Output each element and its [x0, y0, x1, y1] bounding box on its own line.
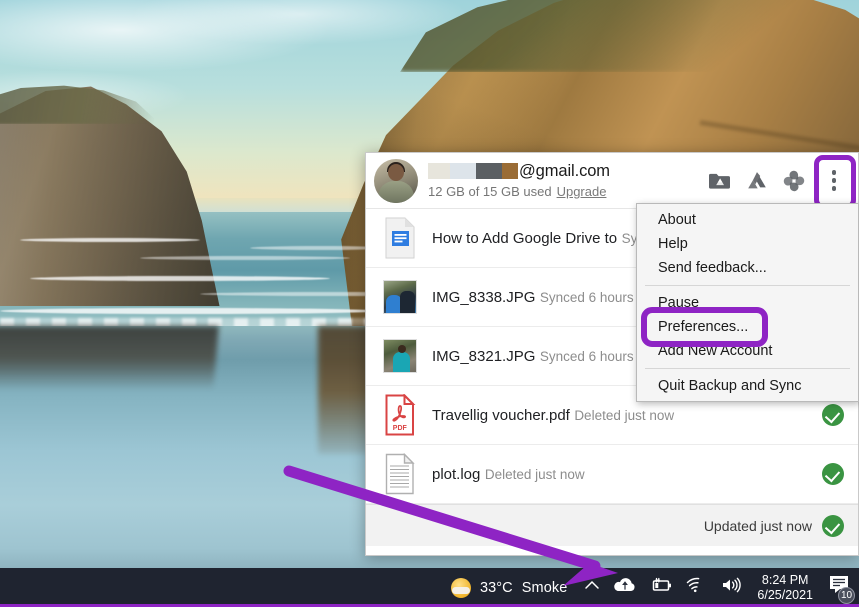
redaction-block	[476, 163, 502, 179]
weather-widget[interactable]: 33°C Smoke	[450, 577, 568, 598]
redaction-block	[502, 163, 518, 179]
notification-center-icon[interactable]: 10	[827, 574, 855, 604]
upgrade-link[interactable]: Upgrade	[557, 183, 607, 201]
status-badge	[822, 514, 844, 537]
storage-row: 12 GB of 15 GB used Upgrade	[428, 183, 707, 201]
avatar[interactable]	[374, 158, 418, 203]
wave	[20, 238, 200, 242]
notification-count-badge: 10	[838, 586, 855, 604]
photo-thumbnail	[380, 334, 420, 378]
pdf-file-icon: PDF	[380, 393, 420, 437]
windows-taskbar: 33°C Smoke 8:24 PM 6/25/2021 10	[0, 568, 859, 607]
sun-cloud-icon	[450, 577, 471, 598]
email-domain: @gmail.com	[519, 162, 610, 180]
clock-time: 8:24 PM	[761, 572, 809, 587]
file-name: How to Add Google Drive to	[432, 229, 618, 247]
header-icon-group	[707, 154, 856, 209]
weather-condition: Smoke	[521, 579, 568, 596]
wave	[0, 308, 380, 314]
file-info: plot.log Deleted just now	[432, 465, 822, 484]
menu-item-about[interactable]: About	[637, 208, 858, 232]
left-rock-reflection	[0, 326, 219, 390]
redaction-block	[450, 163, 476, 179]
panel-footer: Updated just now	[366, 504, 858, 546]
file-name: IMG_8321.JPG	[432, 347, 536, 365]
google-drive-icon[interactable]	[744, 168, 770, 194]
menu-item-send-feedback[interactable]: Send feedback...	[637, 256, 858, 280]
storage-usage-text: 12 GB of 15 GB used	[428, 184, 552, 199]
panel-header: @gmail.com 12 GB of 15 GB used Upgrade	[366, 153, 858, 209]
google-docs-icon	[380, 216, 420, 260]
file-status: Deleted just now	[484, 466, 585, 482]
svg-text:PDF: PDF	[393, 425, 408, 432]
redaction-block	[428, 163, 450, 179]
account-email-row: @gmail.com	[428, 160, 707, 182]
menu-item-preferences-wrapper: Preferences...	[637, 307, 858, 347]
clock[interactable]: 8:24 PM 6/25/2021	[757, 573, 813, 603]
file-name: IMG_8338.JPG	[432, 288, 536, 306]
file-name: Travellig voucher.pdf	[432, 406, 570, 424]
context-menu: About Help Send feedback... Pause Prefer…	[636, 203, 859, 402]
clock-date: 6/25/2021	[757, 587, 813, 602]
battery-charging-icon[interactable]	[649, 576, 673, 599]
menu-item-help[interactable]: Help	[637, 232, 858, 256]
menu-item-pause[interactable]: Pause	[637, 291, 858, 315]
google-photos-icon[interactable]	[781, 168, 807, 194]
status-badge	[822, 404, 844, 426]
folder-drive-icon[interactable]	[707, 168, 733, 194]
menu-separator	[645, 368, 850, 369]
account-info: @gmail.com 12 GB of 15 GB used Upgrade	[426, 160, 707, 201]
photo-thumbnail	[380, 275, 420, 319]
backup-and-sync-cloud-icon[interactable]	[613, 575, 637, 600]
system-tray	[583, 575, 743, 600]
menu-item-quit-backup-and-sync[interactable]: Quit Backup and Sync	[637, 374, 858, 398]
text-file-icon	[380, 452, 420, 496]
menu-item-preferences[interactable]: Preferences...	[637, 315, 858, 339]
menu-separator	[645, 285, 850, 286]
kebab-menu-icon[interactable]	[814, 154, 856, 209]
status-badge	[822, 463, 844, 485]
wave	[30, 276, 330, 281]
list-item[interactable]: plot.log Deleted just now	[366, 445, 858, 504]
file-status: Deleted just now	[574, 407, 675, 423]
file-name: plot.log	[432, 465, 481, 483]
weather-temperature: 33°C	[479, 579, 513, 596]
file-info: Travellig voucher.pdf Deleted just now	[432, 406, 822, 425]
sync-status-text: Updated just now	[703, 517, 812, 534]
wave	[140, 256, 350, 260]
volume-icon[interactable]	[719, 576, 743, 599]
wifi-icon[interactable]	[685, 576, 707, 599]
show-hidden-icons-chevron[interactable]	[583, 576, 601, 599]
menu-item-add-new-account[interactable]: Add New Account	[637, 339, 858, 363]
